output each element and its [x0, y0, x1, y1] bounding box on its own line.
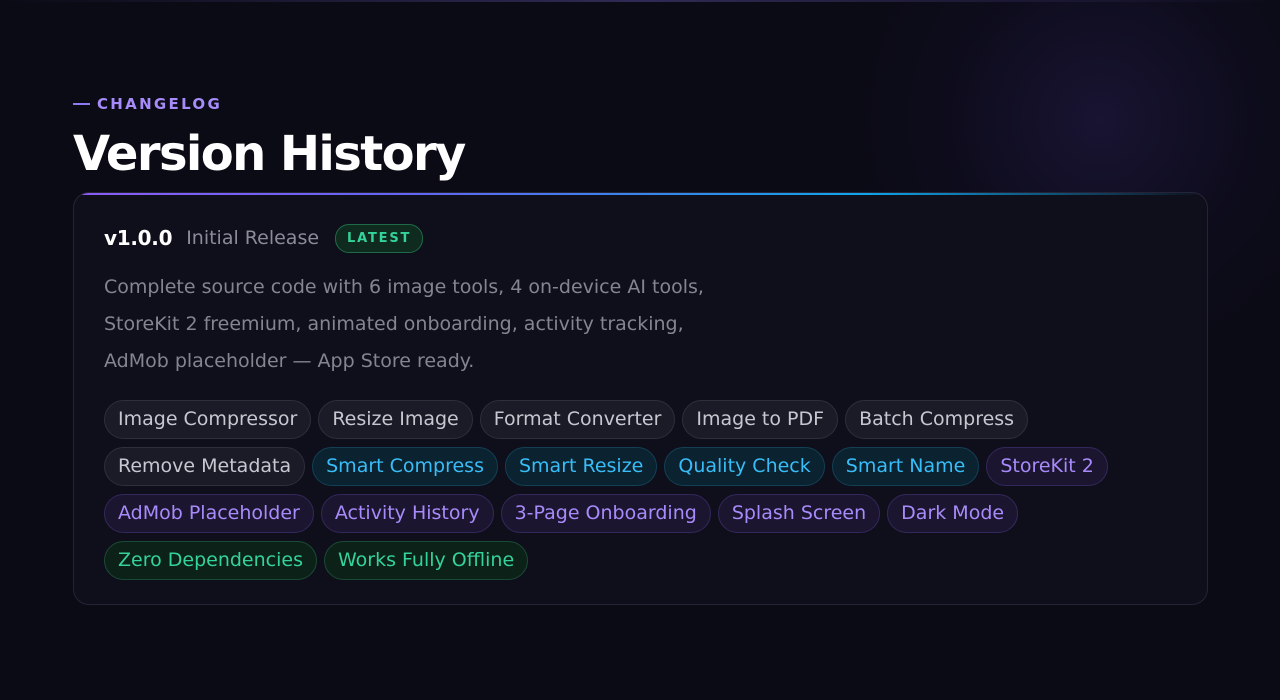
latest-badge: LATEST	[335, 223, 424, 253]
feature-tag: AdMob Placeholder	[104, 494, 314, 533]
feature-tag: Format Converter	[479, 400, 676, 439]
eyebrow-label: CHANGELOG	[97, 95, 223, 113]
description-line: Complete source code with 6 image tools,…	[104, 276, 704, 298]
feature-tag: Batch Compress	[845, 400, 1029, 439]
eyebrow-dash	[73, 103, 90, 105]
changelog-section: CHANGELOG Version History v1.0.0 Initial…	[73, 94, 1208, 605]
description-line: AdMob placeholder — App Store ready.	[104, 350, 475, 372]
release-name: Initial Release	[186, 227, 320, 249]
feature-tag: Splash Screen	[717, 494, 881, 533]
feature-tag: Dark Mode	[887, 494, 1019, 533]
feature-tag: Remove Metadata	[104, 447, 306, 486]
feature-tag: Smart Resize	[504, 447, 658, 486]
version-number: v1.0.0	[104, 226, 173, 250]
feature-tag: Image Compressor	[104, 400, 312, 439]
page-title: Version History	[73, 126, 466, 182]
feature-tag: 3-Page Onboarding	[500, 494, 711, 533]
version-header: v1.0.0 Initial Release LATEST	[104, 223, 1177, 253]
release-card: v1.0.0 Initial Release LATEST Complete s…	[73, 192, 1208, 605]
feature-tag: Smart Compress	[312, 447, 498, 486]
feature-tag: StoreKit 2	[986, 447, 1108, 486]
top-edge-line	[0, 0, 1280, 2]
feature-tag: Works Fully Offline	[323, 541, 529, 580]
feature-tag: Smart Name	[831, 447, 980, 486]
card-accent-bar	[74, 193, 1207, 195]
feature-tag: Quality Check	[664, 447, 825, 486]
feature-tag: Activity History	[320, 494, 494, 533]
feature-tag-list: Image Compressor Resize Image Format Conve…	[104, 400, 1164, 580]
section-eyebrow: CHANGELOG	[73, 94, 1208, 114]
feature-tag: Image to PDF	[682, 400, 839, 439]
feature-tag: Resize Image	[318, 400, 473, 439]
feature-tag: Zero Dependencies	[104, 541, 317, 580]
release-description: Complete source code with 6 image tools,…	[104, 269, 824, 380]
description-line: StoreKit 2 freemium, animated onboarding…	[104, 313, 684, 335]
